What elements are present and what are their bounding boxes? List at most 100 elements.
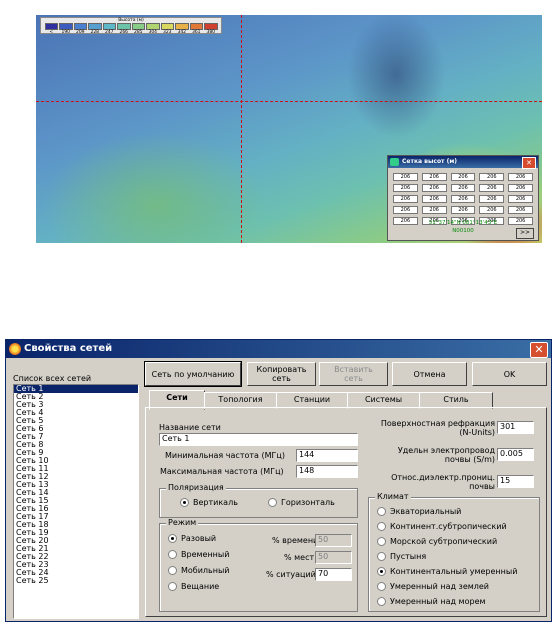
- mode-mobile-radio[interactable]: Мобильный: [168, 566, 230, 575]
- legend-swatch: 228: [88, 23, 103, 35]
- grid-window-icon: [390, 158, 399, 166]
- legend-value: <: [49, 30, 54, 35]
- refraction-input[interactable]: 301: [497, 421, 534, 434]
- conductivity-label: Удельн электропровод почвы (S/m): [362, 446, 495, 464]
- grid-cell: 206: [508, 184, 533, 192]
- network-list-label: Список всех сетей: [13, 374, 92, 383]
- radio-label: Морской субтропический: [390, 537, 498, 546]
- climate-radio[interactable]: Морской субтропический: [377, 537, 497, 546]
- grid-cell: 206: [421, 173, 447, 181]
- percent-places-label: % мест: [284, 553, 315, 562]
- legend-swatches: <190 209 228 247 266 285 304 323 342 361 380: [44, 23, 219, 35]
- climate-radio[interactable]: Умеренный над морем: [377, 597, 486, 606]
- legend-color: [204, 23, 218, 30]
- legend-swatch: 323: [160, 23, 175, 35]
- default-network-button[interactable]: Сеть по умолчанию: [144, 361, 242, 387]
- legend-swatch: 304: [146, 23, 161, 35]
- grid-cell: 206: [479, 195, 505, 203]
- terrain-map[interactable]: Высота (м) <190 209 228 247 266 285 304 323 342 3…: [36, 15, 542, 243]
- legend-swatch: 190: [59, 23, 74, 35]
- radio-indicator: [377, 597, 386, 606]
- percent-time-input[interactable]: 50: [315, 534, 352, 547]
- network-list[interactable]: Сеть 1 Сеть 2 Сеть 3 Сеть 4 Сеть 5 Сеть 6 Сеть…: [13, 384, 139, 619]
- radio-label: Горизонталь: [281, 498, 335, 507]
- min-frequency-label: Минимальная частота (МГц): [165, 451, 285, 460]
- min-frequency-input[interactable]: 144: [296, 449, 358, 462]
- radio-indicator: [168, 534, 177, 543]
- radio-label: Пустыня: [390, 552, 427, 561]
- grid-cell: 206: [421, 184, 447, 192]
- max-frequency-input[interactable]: 148: [296, 465, 358, 478]
- radio-indicator: [168, 582, 177, 591]
- grid-window-title: Сетка высот (м): [388, 156, 538, 168]
- close-icon[interactable]: ✕: [522, 157, 536, 169]
- grid-cell: 206: [508, 206, 533, 214]
- mode-title: Режим: [166, 518, 199, 527]
- radio-indicator: [377, 567, 386, 576]
- radio-label: Разовый: [181, 534, 217, 543]
- mode-broadcast-radio[interactable]: Вещание: [168, 582, 219, 591]
- radio-indicator: [377, 552, 386, 561]
- grid-cell: 206: [450, 184, 476, 192]
- grid-cell: 206: [450, 195, 476, 203]
- legend-value: 361: [191, 30, 201, 35]
- legend-color: [73, 23, 87, 30]
- grid-coordinates: 51°37'14"N 081°13'43"E: [428, 220, 498, 226]
- legend-swatch: 380: [204, 23, 219, 35]
- climate-radio[interactable]: Континентальный умеренный: [377, 567, 517, 576]
- polarization-vertical-radio[interactable]: Вертикаль: [180, 498, 238, 507]
- grid-cell: 206: [450, 206, 476, 214]
- percent-situations-input[interactable]: 70: [315, 568, 352, 581]
- permittivity-label-line-2: почвы: [469, 482, 495, 491]
- grid-cell: 206: [479, 206, 505, 214]
- legend-color: [146, 23, 160, 30]
- permittivity-label: Относ.диэлектр.прониц. почвы: [362, 473, 495, 491]
- permittivity-label-line-1: Относ.диэлектр.прониц.: [391, 473, 495, 482]
- close-icon[interactable]: ✕: [530, 342, 548, 358]
- polarization-title: Поляризация: [166, 483, 226, 492]
- legend-swatch: 247: [102, 23, 117, 35]
- conductivity-label-line-2: почвы (S/m): [444, 455, 495, 464]
- mode-single-radio[interactable]: Разовый: [168, 534, 216, 543]
- climate-radio[interactable]: Пустыня: [377, 552, 426, 561]
- climate-radio[interactable]: Умеренный над землей: [377, 582, 489, 591]
- legend-swatch: 266: [117, 23, 132, 35]
- elevation-grid-window[interactable]: Сетка высот (м) ✕ 206 206 206 206 206 206 206 2…: [387, 155, 539, 241]
- percent-situations-label: % ситуаций: [266, 570, 316, 579]
- legend-color: [117, 23, 131, 30]
- grid-cell: 206: [479, 184, 505, 192]
- climate-group: Климат Экваториальный Континент.субтропич…: [368, 492, 540, 612]
- ok-button[interactable]: OK: [472, 362, 547, 386]
- grid-cell: 206: [508, 195, 533, 203]
- legend-color: [88, 23, 102, 30]
- next-button[interactable]: >>: [516, 228, 534, 239]
- radio-label: Умеренный над землей: [390, 582, 490, 591]
- legend-value: 209: [75, 30, 85, 35]
- legend-color: [175, 23, 189, 30]
- polarization-horizontal-radio[interactable]: Горизонталь: [268, 498, 335, 507]
- mode-temporary-radio[interactable]: Временный: [168, 550, 229, 559]
- radio-label: Мобильный: [181, 566, 230, 575]
- percent-places-input[interactable]: 50: [315, 551, 352, 564]
- conductivity-input[interactable]: 0.005: [497, 448, 534, 461]
- percent-time-label: % времени: [272, 536, 319, 545]
- grid-cell: 206: [393, 173, 418, 181]
- permittivity-input[interactable]: 15: [497, 475, 534, 488]
- legend-swatch: 342: [175, 23, 190, 35]
- network-name-input[interactable]: Сеть 1: [159, 433, 358, 446]
- crosshair-vertical: [241, 15, 242, 243]
- grid-cell: 206: [393, 195, 418, 203]
- cancel-button[interactable]: Отмена: [392, 362, 467, 386]
- legend-value: 342: [177, 30, 187, 35]
- legend-swatch: 361: [189, 23, 204, 35]
- paste-network-button[interactable]: Вставить сеть: [319, 362, 388, 386]
- mode-group: Режим Разовый Временный Мобильный Вещани…: [159, 518, 358, 612]
- climate-radio[interactable]: Экваториальный: [377, 507, 461, 516]
- legend-value: 190: [61, 30, 71, 35]
- paste-network-label-2: сеть: [344, 374, 363, 383]
- climate-radio[interactable]: Континент.субтропический: [377, 522, 507, 531]
- network-name-label: Название сети: [159, 423, 221, 432]
- legend-color: [160, 23, 174, 30]
- copy-network-button[interactable]: Копировать сеть: [247, 362, 316, 386]
- list-item[interactable]: Сеть 25: [14, 577, 138, 585]
